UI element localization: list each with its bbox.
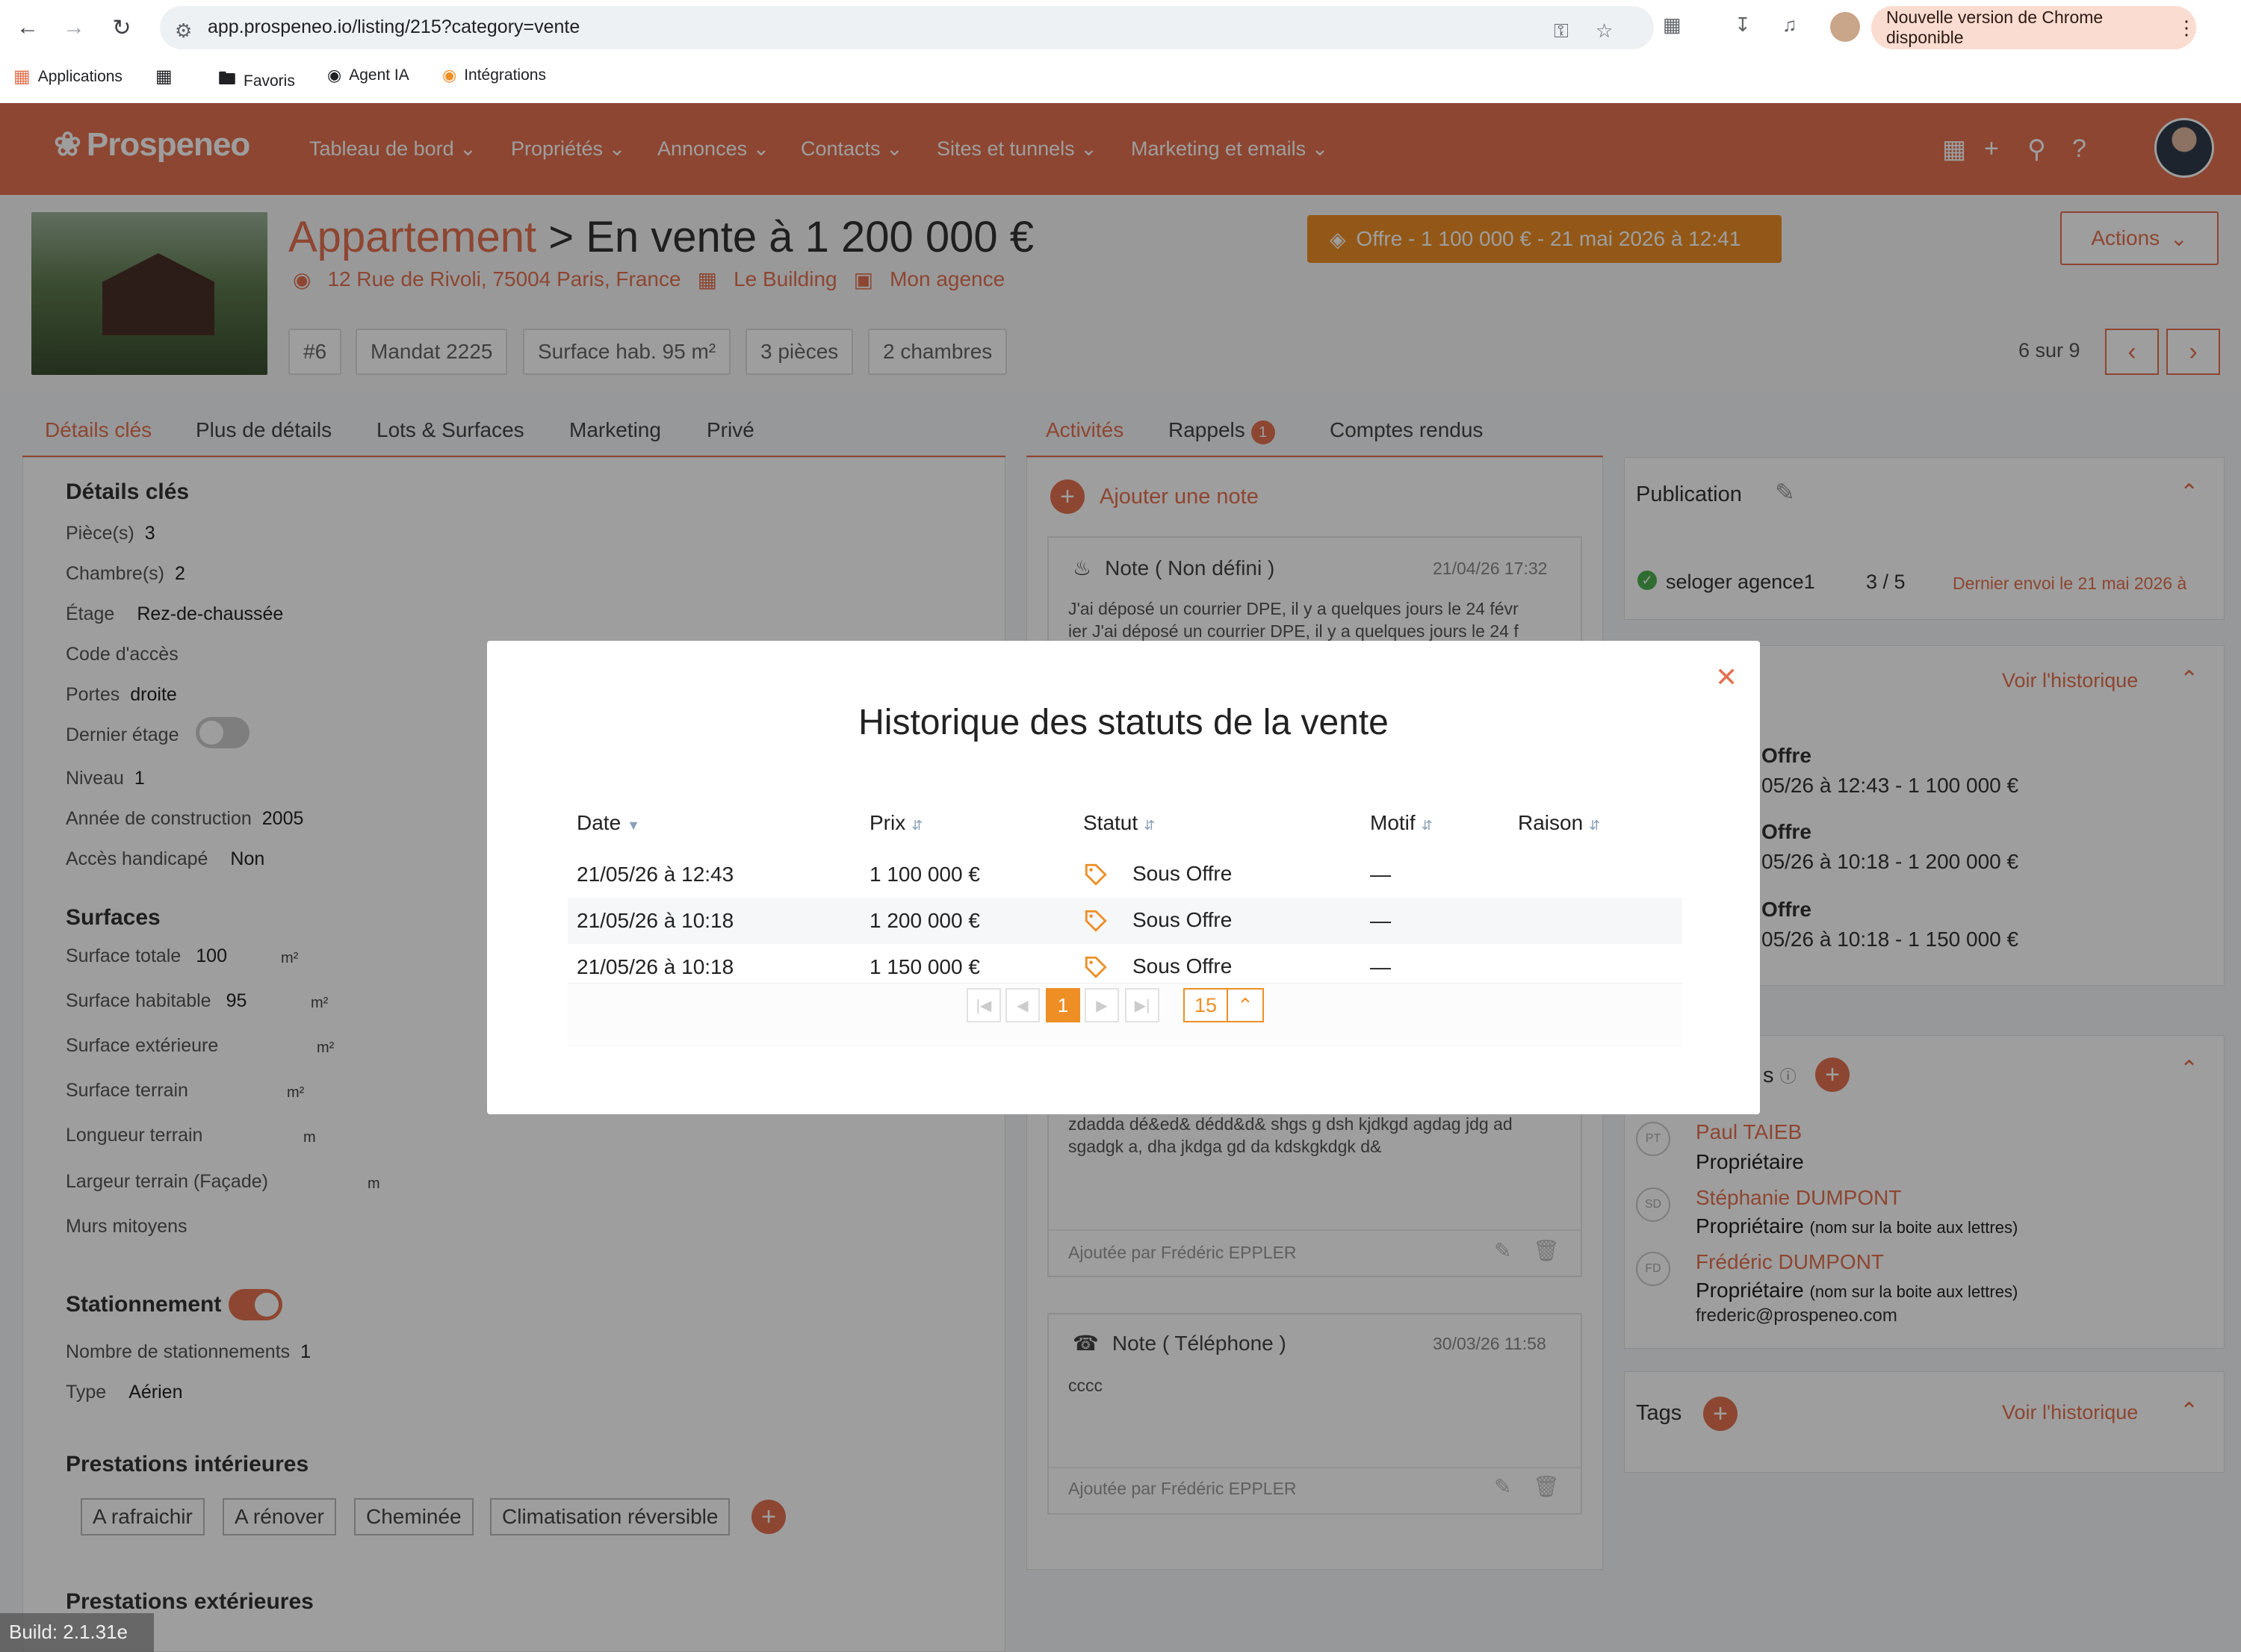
media-icon[interactable]: ♫ <box>1782 13 1797 37</box>
prev-page-icon[interactable]: ◀ <box>1005 988 1040 1022</box>
column-header-status[interactable]: Statut ⇵ <box>1074 795 1361 851</box>
column-header-motif[interactable]: Motif ⇵ <box>1361 795 1509 851</box>
bookmark-favoris[interactable]: 🖿 Favoris <box>218 66 295 96</box>
back-icon[interactable]: ← <box>10 10 45 45</box>
apps-grid-icon: ▦ <box>13 66 31 87</box>
first-page-icon[interactable]: |◀ <box>967 988 1001 1022</box>
cell-reason <box>1509 851 1682 898</box>
cell-reason <box>1509 898 1682 944</box>
profile-avatar[interactable] <box>1830 12 1860 42</box>
status-history-table: Date ▼ Prix ⇵ Statut ⇵ Motif ⇵ Raison ⇵ 21/05… <box>568 795 1682 990</box>
column-header-date[interactable]: Date ▼ <box>568 795 861 851</box>
page-size-select[interactable]: 15 <box>1183 988 1228 1022</box>
price-tag-icon <box>1085 910 1107 933</box>
column-header-price[interactable]: Prix ⇵ <box>861 795 1074 851</box>
extensions-icon[interactable]: ▦ <box>1663 13 1681 37</box>
cell-motif: — <box>1370 863 1391 886</box>
site-info-icon[interactable]: ⚙ <box>175 19 192 43</box>
sort-icon: ⇵ <box>911 818 923 833</box>
globe-icon: ◉ <box>327 66 342 84</box>
more-menu-icon[interactable]: ⋮ <box>2177 16 2196 40</box>
sort-icon: ⇵ <box>1421 818 1433 833</box>
price-tag-icon <box>1085 957 1107 979</box>
chrome-update-pill[interactable]: Nouvelle version de Chrome disponible ⋮ <box>1871 6 2196 49</box>
sort-icon: ⇵ <box>1144 818 1156 833</box>
update-label: Nouvelle version de Chrome disponible <box>1886 7 2104 47</box>
page-current[interactable]: 1 <box>1046 988 1080 1022</box>
password-key-icon[interactable]: ⚿ <box>1554 19 1569 43</box>
tab-groups-icon[interactable]: ▦ <box>155 66 173 87</box>
bookmark-label: Intégrations <box>464 66 546 84</box>
bookmark-label: Favoris <box>244 72 295 90</box>
bookmarks-bar: ▦ Applications ▦ 🖿 Favoris ◉ Agent IA ◉ … <box>0 58 2241 97</box>
folder-icon: 🖿 <box>218 69 236 89</box>
cell-date: 21/05/26 à 12:43 <box>577 863 734 886</box>
sort-desc-icon: ▼ <box>627 818 640 833</box>
url-text[interactable]: app.prospeneo.io/listing/215?category=ve… <box>208 16 580 38</box>
close-icon[interactable]: ✕ <box>1715 662 1738 693</box>
address-bar[interactable]: ⚙ app.prospeneo.io/listing/215?category=… <box>160 6 1654 49</box>
bookmark-agent-ia[interactable]: ◉ Agent IA <box>327 66 409 85</box>
chevron-up-icon[interactable]: ⌃ <box>1227 988 1264 1022</box>
cell-price: 1 100 000 € <box>870 863 980 886</box>
last-page-icon[interactable]: ▶| <box>1125 988 1159 1022</box>
pin-icon: ◉ <box>442 66 457 84</box>
cell-status: Sous Offre <box>1074 898 1361 944</box>
price-tag-icon <box>1085 864 1107 886</box>
reload-icon[interactable]: ↻ <box>105 10 139 45</box>
build-label: Build: 2.1.31e <box>0 1613 154 1652</box>
bookmark-apps[interactable]: ▦ Applications <box>13 66 123 87</box>
bookmark-label: Applications <box>37 67 123 85</box>
column-header-reason[interactable]: Raison ⇵ <box>1509 795 1682 851</box>
sort-icon: ⇵ <box>1589 818 1601 833</box>
cell-date: 21/05/26 à 10:18 <box>568 898 861 944</box>
cell-status: Sous Offre <box>1074 851 1361 898</box>
table-header-row: Date ▼ Prix ⇵ Statut ⇵ Motif ⇵ Raison ⇵ <box>568 795 1682 851</box>
table-row: 21/05/26 à 12:43 1 100 000 € Sous Offre … <box>568 851 1682 898</box>
bookmark-integrations[interactable]: ◉ Intégrations <box>442 66 546 85</box>
bookmark-label: Agent IA <box>349 66 409 84</box>
bookmark-star-icon[interactable]: ☆ <box>1596 19 1613 43</box>
next-page-icon[interactable]: ▶ <box>1085 988 1119 1022</box>
cell-price: 1 200 000 € <box>861 898 1074 944</box>
cell-motif: — <box>1361 898 1509 944</box>
download-icon[interactable]: ↧ <box>1735 13 1751 37</box>
forward-icon[interactable]: → <box>57 10 91 45</box>
modal-title: Historique des statuts de la vente <box>858 703 1389 742</box>
table-row: 21/05/26 à 10:18 1 200 000 € Sous Offre … <box>568 898 1682 944</box>
